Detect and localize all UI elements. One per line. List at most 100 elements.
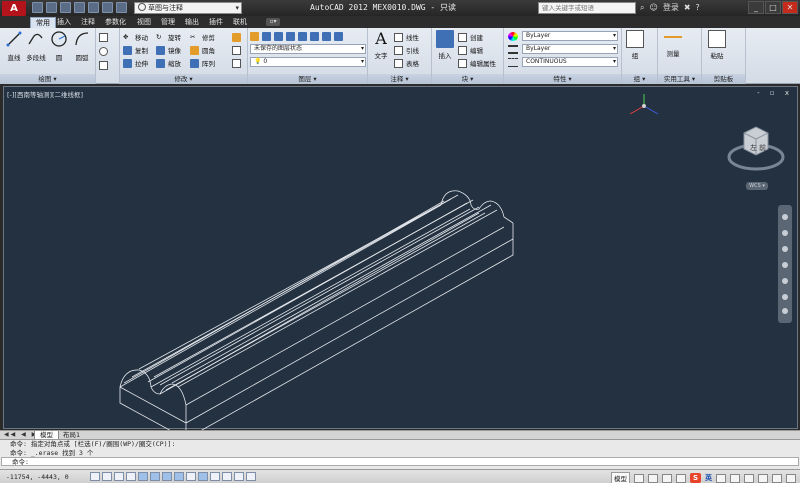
drawing-viewport[interactable]: [-][西南等轴测][二维线框] - ▫ x 左 前 WCS ▾: [3, 86, 798, 430]
properties-panel-title[interactable]: 特性 ▾: [504, 74, 621, 84]
transparency-toggle[interactable]: [222, 472, 232, 481]
layer-icon[interactable]: [262, 31, 271, 41]
paste-button[interactable]: 粘贴: [706, 30, 728, 60]
login-label[interactable]: 登录: [663, 2, 679, 13]
exchange-icon[interactable]: ✖: [684, 3, 691, 12]
ime-language-indicator[interactable]: 英: [705, 473, 712, 483]
tab-insert[interactable]: 插入: [52, 17, 76, 28]
stretch-button[interactable]: 拉伸: [123, 57, 148, 69]
grid-toggle[interactable]: [114, 472, 124, 481]
leader-button[interactable]: 引线: [394, 44, 419, 56]
quick-view-layouts-icon[interactable]: [634, 473, 644, 483]
current-layer-select[interactable]: 💡 0 ▾: [250, 57, 366, 67]
workspace-switch-icon[interactable]: [730, 473, 740, 483]
clean-screen-icon[interactable]: [786, 473, 796, 483]
layer-properties-icon[interactable]: [250, 31, 259, 41]
pan-icon[interactable]: [662, 473, 672, 483]
move-button[interactable]: ✥ 移动: [123, 31, 148, 43]
rotate-button[interactable]: ↻ 旋转: [156, 31, 181, 43]
table-button[interactable]: 表格: [394, 57, 419, 69]
open-icon[interactable]: [46, 2, 57, 13]
copy-button[interactable]: 复制: [123, 44, 148, 56]
color-select[interactable]: ByLayer ▾: [522, 31, 618, 41]
edit-block-button[interactable]: 编辑: [458, 44, 483, 56]
group-button[interactable]: 组: [624, 30, 646, 60]
tab-annotate[interactable]: 注释: [76, 17, 100, 28]
circle-button[interactable]: 圆: [48, 30, 70, 62]
lineweight-select[interactable]: ByLayer ▾: [522, 44, 618, 54]
text-button[interactable]: A 文字: [370, 30, 392, 61]
measure-button[interactable]: 测量: [662, 30, 684, 58]
insert-block-button[interactable]: 插入: [434, 30, 456, 60]
plot-icon[interactable]: [88, 2, 99, 13]
draw-panel-title[interactable]: 绘图 ▾: [0, 74, 95, 84]
lineweight-toggle[interactable]: [210, 472, 220, 481]
tab-parametric[interactable]: 参数化: [100, 17, 131, 28]
ducs-toggle[interactable]: [186, 472, 196, 481]
save-as-icon[interactable]: [74, 2, 85, 13]
hatch-button[interactable]: [99, 59, 111, 71]
fillet-button[interactable]: 圆角: [190, 44, 215, 56]
snap-toggle[interactable]: [102, 472, 112, 481]
help-icon[interactable]: ?: [696, 3, 700, 12]
dyn-toggle[interactable]: [198, 472, 208, 481]
layer-icon[interactable]: [322, 31, 331, 41]
ellipse-button[interactable]: [99, 45, 111, 57]
tab-output[interactable]: 输出: [180, 17, 204, 28]
array-button[interactable]: 阵列: [190, 57, 215, 69]
mirror-button[interactable]: 镜像: [156, 44, 181, 56]
line-button[interactable]: 直线: [3, 30, 25, 62]
layer-icon[interactable]: [286, 31, 295, 41]
undo-icon[interactable]: [102, 2, 113, 13]
zoom-icon[interactable]: [676, 473, 686, 483]
scale-button[interactable]: 缩放: [156, 57, 181, 69]
groups-panel-title[interactable]: 组 ▾: [622, 74, 657, 84]
block-panel-title[interactable]: 块 ▾: [432, 74, 503, 84]
create-block-button[interactable]: 创建: [458, 31, 483, 43]
user-icon[interactable]: ☺: [649, 3, 657, 12]
new-icon[interactable]: [32, 2, 43, 13]
arc-button[interactable]: 圆弧: [71, 30, 93, 62]
clipboard-panel-title[interactable]: 剪贴板: [702, 74, 745, 84]
navigation-bar[interactable]: [778, 205, 792, 323]
linear-dimension-button[interactable]: 线性: [394, 31, 419, 43]
application-menu-button[interactable]: A: [2, 1, 26, 17]
wcs-menu[interactable]: WCS ▾: [746, 182, 768, 190]
layer-icon[interactable]: [310, 31, 319, 41]
viewcube[interactable]: 左 前: [726, 119, 786, 179]
layer-state-select[interactable]: 未保存的图层状态 ▾: [250, 44, 366, 54]
maximize-button[interactable]: □: [765, 1, 781, 14]
selection-cycling-toggle[interactable]: [246, 472, 256, 481]
3d-osnap-toggle[interactable]: [162, 472, 172, 481]
layers-panel-title[interactable]: 图层 ▾: [248, 74, 367, 84]
polyline-button[interactable]: 多段线: [25, 30, 47, 62]
quick-properties-toggle[interactable]: [234, 472, 244, 481]
layer-icon[interactable]: [274, 31, 283, 41]
coordinates-readout[interactable]: -11754, -4443, 0: [6, 473, 69, 481]
close-button[interactable]: ✕: [782, 1, 798, 14]
save-icon[interactable]: [60, 2, 71, 13]
utilities-panel-title[interactable]: 实用工具 ▾: [658, 74, 701, 84]
polar-toggle[interactable]: [138, 472, 148, 481]
tab-view[interactable]: 视图: [132, 17, 156, 28]
modify-panel-title[interactable]: 修改 ▾: [120, 74, 247, 84]
osnap-toggle[interactable]: [150, 472, 160, 481]
layer-icon[interactable]: [298, 31, 307, 41]
tab-plugins[interactable]: 插件: [204, 17, 228, 28]
explode-button[interactable]: [232, 44, 244, 56]
tab-manage[interactable]: 管理: [156, 17, 180, 28]
hardware-acceleration-icon[interactable]: [758, 473, 768, 483]
redo-icon[interactable]: [116, 2, 127, 13]
offset-button[interactable]: [232, 57, 244, 69]
linetype-select[interactable]: CONTINUOUS ▾: [522, 57, 618, 67]
layer-icon[interactable]: [334, 31, 343, 41]
isolate-objects-icon[interactable]: [772, 473, 782, 483]
erase-button[interactable]: [232, 31, 244, 43]
annotation-panel-title[interactable]: 注释 ▾: [368, 74, 431, 84]
annotation-scale-icon[interactable]: [716, 473, 726, 483]
tab-online[interactable]: 联机: [228, 17, 252, 28]
edit-attributes-button[interactable]: 编辑属性: [458, 57, 496, 69]
trim-button[interactable]: ✂ 修剪: [190, 31, 215, 43]
workspace-select[interactable]: 草图与注释 ▾: [134, 2, 242, 14]
minimize-button[interactable]: _: [748, 1, 764, 14]
